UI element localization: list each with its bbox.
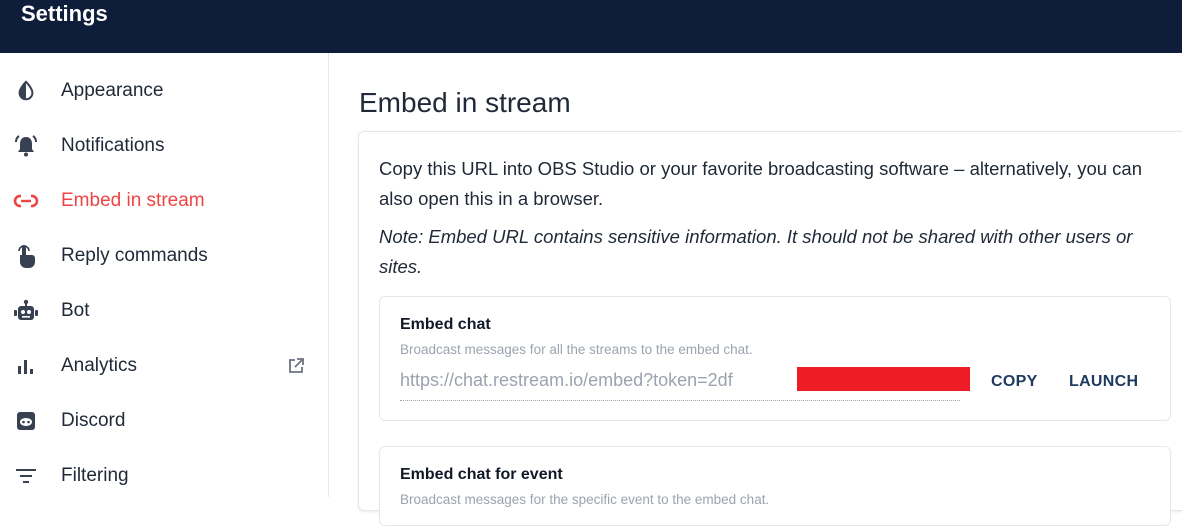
sidebar-item-label: Filtering (61, 465, 129, 486)
sidebar-item-bot[interactable]: Bot (0, 286, 329, 336)
sidebar-item-filtering[interactable]: Filtering (0, 451, 329, 501)
sidebar-item-label: Notifications (61, 135, 165, 156)
filter-lines-icon (13, 463, 39, 489)
page-title: Embed in stream (359, 87, 571, 118)
embed-description: Copy this URL into OBS Studio or your fa… (379, 158, 1142, 209)
sidebar-item-label: Bot (61, 300, 90, 321)
embed-settings-card: Copy this URL into OBS Studio or your fa… (358, 131, 1182, 526)
bar-chart-icon (13, 353, 39, 379)
link-icon (13, 188, 39, 214)
sidebar-item-label: Discord (61, 410, 126, 431)
sidebar-item-notifications[interactable]: Notifications (0, 121, 329, 171)
copy-button[interactable]: COPY (991, 373, 1038, 391)
sidebar-item-appearance[interactable]: Appearance (0, 66, 329, 116)
embed-url-text: https://chat.restream.io/embed?token=2df (400, 370, 733, 390)
sidebar-item-analytics[interactable]: Analytics (0, 341, 329, 391)
hand-pointer-icon (13, 243, 39, 269)
embed-event-card: Embed chat for event Broadcast messages … (379, 446, 1171, 526)
bell-ringing-icon (13, 133, 39, 159)
embed-event-subtitle: Broadcast messages for the specific even… (400, 492, 770, 507)
launch-button[interactable]: LAUNCH (1069, 373, 1138, 391)
sidebar-item-reply-commands[interactable]: Reply commands (0, 231, 329, 281)
sidebar: Appearance Notifications Embed in stream… (0, 53, 329, 497)
embed-chat-card: Embed chat Broadcast messages for all th… (379, 296, 1171, 421)
sidebar-item-label: Analytics (61, 355, 138, 376)
sidebar-item-embed-in-stream[interactable]: Embed in stream (0, 176, 329, 226)
sidebar-item-label: Appearance (61, 80, 164, 101)
half-drop-icon (13, 78, 39, 104)
embed-note: Note: Embed URL contains sensitive infor… (379, 226, 1133, 277)
sidebar-item-label: Embed in stream (61, 190, 205, 211)
redaction-block (797, 367, 970, 391)
sidebar-item-label: Reply commands (61, 245, 208, 266)
embed-event-title: Embed chat for event (400, 466, 563, 483)
sidebar-item-discord[interactable]: Discord (0, 396, 329, 446)
external-link-icon[interactable] (287, 357, 305, 375)
discord-icon (13, 408, 39, 434)
embed-url-field[interactable]: https://chat.restream.io/embed?token=2df (400, 365, 970, 401)
embed-chat-title: Embed chat (400, 316, 491, 333)
main-content: Embed in stream Copy this URL into OBS S… (330, 53, 1182, 526)
page-header-title: Settings (21, 1, 108, 26)
top-bar: Settings (0, 0, 1182, 53)
robot-icon (13, 298, 39, 324)
embed-chat-subtitle: Broadcast messages for all the streams t… (400, 342, 753, 357)
